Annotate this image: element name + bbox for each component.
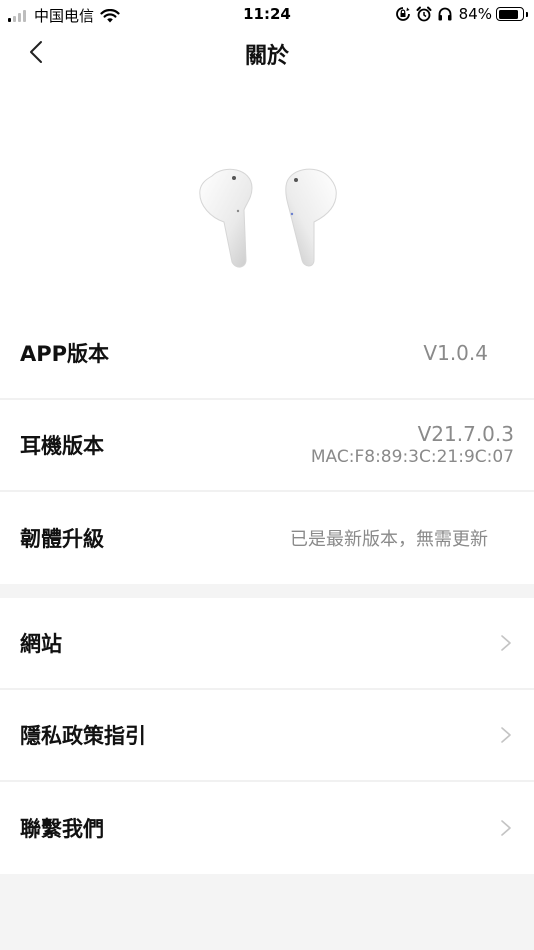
headphones-icon bbox=[438, 7, 452, 21]
screen-lock-icon bbox=[395, 7, 410, 21]
mac-address: MAC:F8:89:3C:21:9C:07 bbox=[310, 447, 514, 467]
about-screen: 中国电信 11:24 84% 關於 APP版本 V1.0.4 耳機版本 V21.… bbox=[0, 0, 534, 950]
website-label: 網站 bbox=[20, 632, 62, 656]
app-version-value: V1.0.4 bbox=[423, 341, 488, 365]
firmware-update-row[interactable]: 韌體升級 已是最新版本，無需更新 bbox=[0, 492, 534, 584]
privacy-policy-row[interactable]: 隱私政策指引 bbox=[0, 690, 534, 782]
status-bar-right: 84% bbox=[390, 5, 528, 23]
earphone-version-value: V21.7.0.3 bbox=[417, 422, 514, 446]
battery-percent: 84% bbox=[458, 5, 492, 23]
earbuds-image bbox=[199, 168, 337, 268]
section-separator bbox=[0, 586, 534, 598]
product-hero bbox=[0, 76, 534, 308]
firmware-update-status: 已是最新版本，無需更新 bbox=[290, 529, 488, 550]
app-version-label: APP版本 bbox=[20, 342, 110, 366]
chevron-right-icon bbox=[501, 635, 511, 651]
firmware-update-label: 韌體升級 bbox=[20, 527, 104, 551]
contact-us-row[interactable]: 聯繫我們 bbox=[0, 782, 534, 874]
status-bar: 中国电信 11:24 84% bbox=[0, 0, 534, 28]
earphone-version-row: 耳機版本 V21.7.0.3 MAC:F8:89:3C:21:9C:07 bbox=[0, 400, 534, 492]
earphone-version-values: V21.7.0.3 MAC:F8:89:3C:21:9C:07 bbox=[311, 422, 514, 468]
links-group: 網站 隱私政策指引 聯繫我們 bbox=[0, 598, 534, 874]
info-group: APP版本 V1.0.4 耳機版本 V21.7.0.3 MAC:F8:89:3C… bbox=[0, 308, 534, 584]
app-version-row: APP版本 V1.0.4 bbox=[0, 308, 534, 400]
earphone-version-label: 耳機版本 bbox=[20, 434, 104, 458]
contact-us-label: 聯繫我們 bbox=[20, 817, 104, 841]
chevron-right-icon bbox=[501, 727, 511, 743]
battery-fill bbox=[498, 9, 518, 19]
website-row[interactable]: 網站 bbox=[0, 598, 534, 690]
bottom-area bbox=[0, 876, 534, 950]
nav-header: 關於 bbox=[0, 28, 534, 76]
battery-icon bbox=[496, 7, 528, 21]
privacy-policy-label: 隱私政策指引 bbox=[20, 724, 146, 748]
alarm-icon bbox=[416, 6, 432, 22]
page-title: 關於 bbox=[244, 44, 289, 69]
chevron-right-icon bbox=[501, 820, 511, 836]
